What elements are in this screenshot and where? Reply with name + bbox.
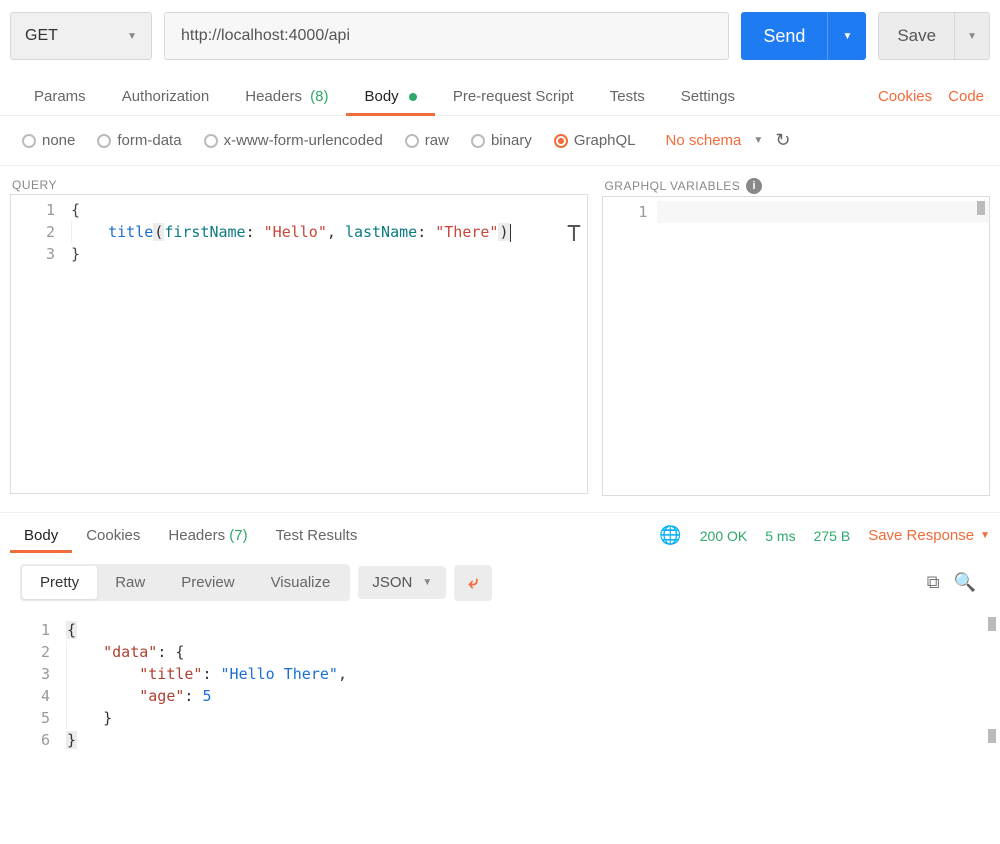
save-label: Save bbox=[879, 26, 954, 46]
rtab-body[interactable]: Body bbox=[10, 519, 72, 552]
query-editor[interactable]: 1 2 3 { title(firstName: "Hello", lastNa… bbox=[10, 194, 588, 494]
schema-status: No schema bbox=[666, 132, 742, 149]
body-type-raw[interactable]: raw bbox=[405, 132, 449, 149]
request-bar: GET ▼ Send ▼ Save ▼ bbox=[0, 0, 1000, 72]
radio-icon bbox=[22, 134, 36, 148]
vars-panel-title: GRAPHQL VARIABLES i bbox=[602, 176, 990, 196]
response-gutter: 1 2 3 4 5 6 bbox=[20, 615, 60, 755]
body-type-graphql[interactable]: GraphQL bbox=[554, 132, 636, 149]
vars-code[interactable] bbox=[657, 197, 989, 227]
response-toolbar-right: ⧉ 🔍 bbox=[927, 572, 990, 593]
globe-icon[interactable]: 🌐 bbox=[659, 525, 681, 546]
info-icon[interactable]: i bbox=[746, 178, 762, 194]
scroll-marker-icon bbox=[977, 201, 985, 215]
text-cursor-icon: Ꭲ bbox=[568, 221, 581, 247]
copy-icon[interactable]: ⧉ bbox=[927, 572, 940, 593]
body-type-none[interactable]: none bbox=[22, 132, 75, 149]
response-code-lines: { "data": { "title": "Hello There", "age… bbox=[60, 615, 990, 755]
headers-count: (8) bbox=[310, 88, 328, 105]
url-input[interactable] bbox=[164, 12, 729, 60]
radio-selected-icon bbox=[554, 134, 568, 148]
radio-icon bbox=[471, 134, 485, 148]
schema-dropdown[interactable]: ▼ bbox=[753, 135, 763, 146]
cookies-link[interactable]: Cookies bbox=[878, 88, 932, 105]
query-gutter: 1 2 3 bbox=[11, 195, 65, 269]
code-link[interactable]: Code bbox=[948, 88, 984, 105]
tab-prerequest[interactable]: Pre-request Script bbox=[435, 78, 592, 115]
radio-icon bbox=[97, 134, 111, 148]
refresh-icon[interactable]: ↻ bbox=[775, 130, 790, 151]
body-type-row: none form-data x-www-form-urlencoded raw… bbox=[0, 116, 1000, 166]
wrap-icon: ⤶ bbox=[468, 572, 478, 593]
scroll-marker-icon bbox=[988, 617, 996, 631]
status-code: 200 OK bbox=[700, 528, 747, 544]
rtab-headers[interactable]: Headers (7) bbox=[154, 519, 261, 552]
format-select[interactable]: JSON ▼ bbox=[358, 566, 446, 599]
send-button[interactable]: Send ▼ bbox=[741, 12, 866, 60]
save-button[interactable]: Save ▼ bbox=[878, 12, 990, 60]
editor-split: QUERY 1 2 3 { title(firstName: "Hello", … bbox=[0, 166, 1000, 506]
http-method-select[interactable]: GET ▼ bbox=[10, 12, 152, 60]
tab-body-label: Body bbox=[364, 88, 398, 105]
chevron-down-icon: ▼ bbox=[127, 31, 137, 42]
status-size: 275 B bbox=[814, 528, 851, 544]
view-visualize[interactable]: Visualize bbox=[253, 566, 349, 599]
body-type-binary[interactable]: binary bbox=[471, 132, 532, 149]
tab-params[interactable]: Params bbox=[16, 78, 104, 115]
view-controls: Pretty Raw Preview Visualize JSON ▼ ⤶ ⧉ … bbox=[0, 552, 1000, 611]
schema-area: No schema ▼ ↻ bbox=[666, 130, 791, 151]
view-raw[interactable]: Raw bbox=[97, 566, 163, 599]
tab-settings[interactable]: Settings bbox=[663, 78, 753, 115]
scroll-marker-icon bbox=[988, 729, 996, 743]
chevron-down-icon: ▼ bbox=[980, 530, 990, 541]
http-method-value: GET bbox=[25, 27, 58, 45]
query-panel-title: QUERY bbox=[10, 176, 588, 194]
request-tabs: Params Authorization Headers (8) Body Pr… bbox=[0, 78, 1000, 116]
view-mode-segment: Pretty Raw Preview Visualize bbox=[20, 564, 350, 601]
variables-editor[interactable]: 1 bbox=[602, 196, 990, 496]
response-tabs: Body Cookies Headers (7) Test Results 🌐 … bbox=[0, 512, 1000, 552]
view-preview[interactable]: Preview bbox=[163, 566, 252, 599]
send-label: Send bbox=[741, 26, 827, 47]
send-dropdown[interactable]: ▼ bbox=[827, 12, 866, 60]
tab-authorization[interactable]: Authorization bbox=[104, 78, 228, 115]
status-time: 5 ms bbox=[765, 528, 795, 544]
tab-tests[interactable]: Tests bbox=[592, 78, 663, 115]
radio-icon bbox=[405, 134, 419, 148]
radio-icon bbox=[204, 134, 218, 148]
chevron-down-icon: ▼ bbox=[422, 577, 432, 588]
rtab-cookies[interactable]: Cookies bbox=[72, 519, 154, 552]
body-type-urlencoded[interactable]: x-www-form-urlencoded bbox=[204, 132, 383, 149]
save-dropdown[interactable]: ▼ bbox=[954, 13, 989, 59]
view-pretty[interactable]: Pretty bbox=[22, 566, 97, 599]
response-body-viewer[interactable]: 1 2 3 4 5 6 { "data": { "title": "Hello … bbox=[0, 611, 1000, 775]
response-headers-count: (7) bbox=[229, 527, 247, 544]
wrap-lines-button[interactable]: ⤶ bbox=[454, 565, 492, 601]
modified-dot-icon bbox=[409, 93, 417, 101]
tab-body[interactable]: Body bbox=[346, 78, 434, 115]
rtab-test-results[interactable]: Test Results bbox=[262, 519, 372, 552]
search-icon[interactable]: 🔍 bbox=[954, 572, 976, 593]
status-area: 🌐 200 OK 5 ms 275 B Save Response ▼ bbox=[659, 525, 990, 546]
tab-headers[interactable]: Headers (8) bbox=[227, 78, 346, 115]
save-response-button[interactable]: Save Response ▼ bbox=[868, 527, 990, 544]
vars-gutter: 1 bbox=[603, 197, 657, 227]
query-code[interactable]: { title(firstName: "Hello", lastName: "T… bbox=[65, 195, 587, 269]
body-type-formdata[interactable]: form-data bbox=[97, 132, 181, 149]
tab-headers-label: Headers bbox=[245, 88, 302, 105]
